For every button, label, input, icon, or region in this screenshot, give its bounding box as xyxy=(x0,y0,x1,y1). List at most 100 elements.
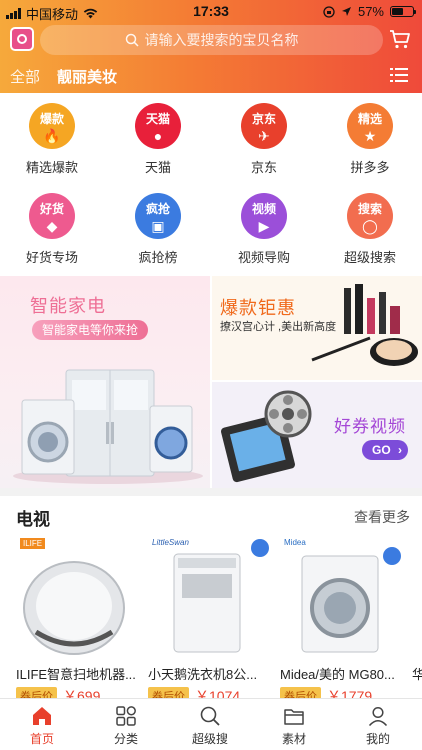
banner-title: 爆款钜惠 xyxy=(220,298,296,318)
category-badge: 京东 ✈ xyxy=(241,103,287,149)
category-label: 精选爆款 xyxy=(25,160,78,175)
go-button[interactable]: GO › xyxy=(362,440,408,460)
search-bar[interactable]: 请输入要搜索的宝贝名称 xyxy=(40,25,383,55)
category-item[interactable]: 搜索 ◯ 超级搜索 xyxy=(326,193,414,266)
category-badge: 好货 ◆ xyxy=(29,193,75,239)
category-item[interactable]: 爆款 🔥 精选爆款 xyxy=(8,103,96,176)
magnifier-icon: ◯ xyxy=(362,218,378,234)
category-item[interactable]: 视频 ▶ 视频导购 xyxy=(220,193,308,266)
category-label: 视频导购 xyxy=(237,250,290,265)
product-name: 华 xyxy=(412,667,422,682)
banner-button[interactable]: 智能家电等你来抢 xyxy=(32,320,149,340)
bottom-tab-bar: 首页 分类 超级搜 素材 我的 xyxy=(0,698,422,750)
user-icon xyxy=(368,706,388,727)
shopping-bag-icon: ▣ xyxy=(151,218,165,234)
category-badge: 搜索 ◯ xyxy=(347,193,393,239)
product-price: ￥1779 xyxy=(327,688,373,698)
product-card[interactable]: 华 xyxy=(412,536,422,698)
category-label: 疯抢榜 xyxy=(138,250,178,265)
category-label: 超级搜索 xyxy=(343,250,396,265)
banner-title: 好券视频 xyxy=(334,417,406,436)
section-divider xyxy=(0,488,422,496)
category-badge: 精选 ★ xyxy=(347,103,393,149)
cart-icon[interactable] xyxy=(388,27,412,51)
coupon-badge: 券后价 xyxy=(148,687,189,698)
category-badge: 疯抢 ▣ xyxy=(135,193,181,239)
film-reel-illustration xyxy=(221,390,312,483)
category-item[interactable]: 好货 ◆ 好货专场 xyxy=(8,193,96,266)
app-screen: 中国移动 17:33 57% 请输入要搜索的宝贝名称 全部 靓丽美妆 爆款 🔥 … xyxy=(0,0,422,750)
location-arrow-icon xyxy=(341,7,351,16)
chevron-right-icon: › xyxy=(398,443,402,457)
star-icon: ★ xyxy=(363,128,377,144)
category-badge: 视频 ▶ xyxy=(241,193,287,239)
category-item[interactable]: 天猫 ● 天猫 xyxy=(114,103,202,176)
tab-categories[interactable]: 分类 xyxy=(84,705,168,747)
category-badge: 天猫 ● xyxy=(135,103,181,149)
tab-home[interactable]: 首页 xyxy=(0,705,84,747)
header: 中国移动 17:33 57% 请输入要搜索的宝贝名称 全部 靓丽美妆 xyxy=(0,0,422,93)
see-more-link[interactable]: 查看更多 xyxy=(354,507,410,527)
product-card[interactable]: ILIFE ILIFE智意扫地机器... 券后价 ￥699 xyxy=(16,536,141,698)
category-label: 好货专场 xyxy=(25,250,78,265)
jd-dog-icon: ✈ xyxy=(258,128,270,144)
coupon-badge: 券后价 xyxy=(16,687,57,698)
tab-profile[interactable]: 我的 xyxy=(336,705,420,747)
search-placeholder: 请输入要搜索的宝贝名称 xyxy=(144,32,299,48)
product-price: ￥1074 xyxy=(195,688,241,698)
home-icon xyxy=(33,707,51,725)
menu-list-icon[interactable] xyxy=(390,68,408,82)
brand-logo: ILIFE xyxy=(20,538,46,549)
flame-icon: 🔥 xyxy=(43,128,61,144)
category-badge: 爆款 🔥 xyxy=(29,103,75,149)
cosmetics-illustration xyxy=(311,284,418,366)
battery-icon xyxy=(390,6,416,17)
brand-logo: LittleSwan xyxy=(152,538,189,547)
brand-logo: Midea xyxy=(284,538,306,547)
product-image-washer: LittleSwan xyxy=(148,536,273,656)
tab-materials[interactable]: 素材 xyxy=(252,705,336,747)
category-badge-text: 好货 xyxy=(39,202,64,216)
rotation-lock-icon xyxy=(323,5,335,18)
category-item[interactable]: 京东 ✈ 京东 xyxy=(220,103,308,176)
search-icon xyxy=(125,33,139,47)
category-badge-text: 爆款 xyxy=(39,112,64,126)
folder-icon xyxy=(284,709,304,725)
battery-percent: 57% xyxy=(357,4,384,19)
category-tabs: 全部 靓丽美妆 xyxy=(0,62,422,90)
category-item[interactable]: 疯抢 ▣ 疯抢榜 xyxy=(114,193,202,266)
product-price: ￥699 xyxy=(63,688,101,698)
tmall-cat-icon: ● xyxy=(153,128,163,144)
video-icon: ▶ xyxy=(258,218,270,234)
banner-title: 智能家电 xyxy=(30,296,106,316)
section-title: 电视 xyxy=(16,510,50,529)
app-logo-icon[interactable] xyxy=(10,27,34,51)
product-name: Midea/美的 MG80... xyxy=(280,667,395,682)
product-image-front-loader: Midea xyxy=(280,536,405,656)
banner-smart-appliances[interactable]: 智能家电 智能家电等你来抢 xyxy=(0,276,210,488)
product-name: ILIFE智意扫地机器... xyxy=(16,667,136,682)
product-list: ILIFE ILIFE智意扫地机器... 券后价 ￥699 LittleSwan xyxy=(0,536,422,698)
category-label: 京东 xyxy=(250,160,277,175)
product-image xyxy=(412,536,422,656)
tab-beauty[interactable]: 靓丽美妆 xyxy=(57,66,117,87)
tab-super-search[interactable]: 超级搜 xyxy=(168,705,252,747)
search-icon xyxy=(200,706,220,726)
product-card[interactable]: LittleSwan 小天鹅洗衣机8公... 券后价 ￥1074 xyxy=(148,536,273,698)
product-card[interactable]: Midea Midea/美的 MG80... 券后价 ￥1779 xyxy=(280,536,405,698)
grid-icon xyxy=(116,706,136,726)
promo-banners: 智能家电 智能家电等你来抢 爆款钜惠 撩汉宫心计 ,美出新高度 好券视频 GO … xyxy=(0,276,422,488)
category-badge-text: 搜索 xyxy=(357,202,382,216)
product-image-robot-vacuum: ILIFE xyxy=(16,536,141,656)
category-badge-text: 视频 xyxy=(251,202,276,216)
appliances-illustration xyxy=(13,369,203,484)
category-badge-text: 疯抢 xyxy=(145,202,170,216)
category-label: 拼多多 xyxy=(350,160,390,175)
category-item[interactable]: 精选 ★ 拼多多 xyxy=(326,103,414,176)
product-name: 小天鹅洗衣机8公... xyxy=(148,667,258,682)
banner-coupon-video[interactable]: 好券视频 GO › xyxy=(212,382,422,488)
coupon-badge: 券后价 xyxy=(280,687,321,698)
banner-hot-deals[interactable]: 爆款钜惠 撩汉宫心计 ,美出新高度 xyxy=(212,276,422,380)
category-badge-text: 精选 xyxy=(357,112,382,126)
tab-all[interactable]: 全部 xyxy=(10,66,40,87)
